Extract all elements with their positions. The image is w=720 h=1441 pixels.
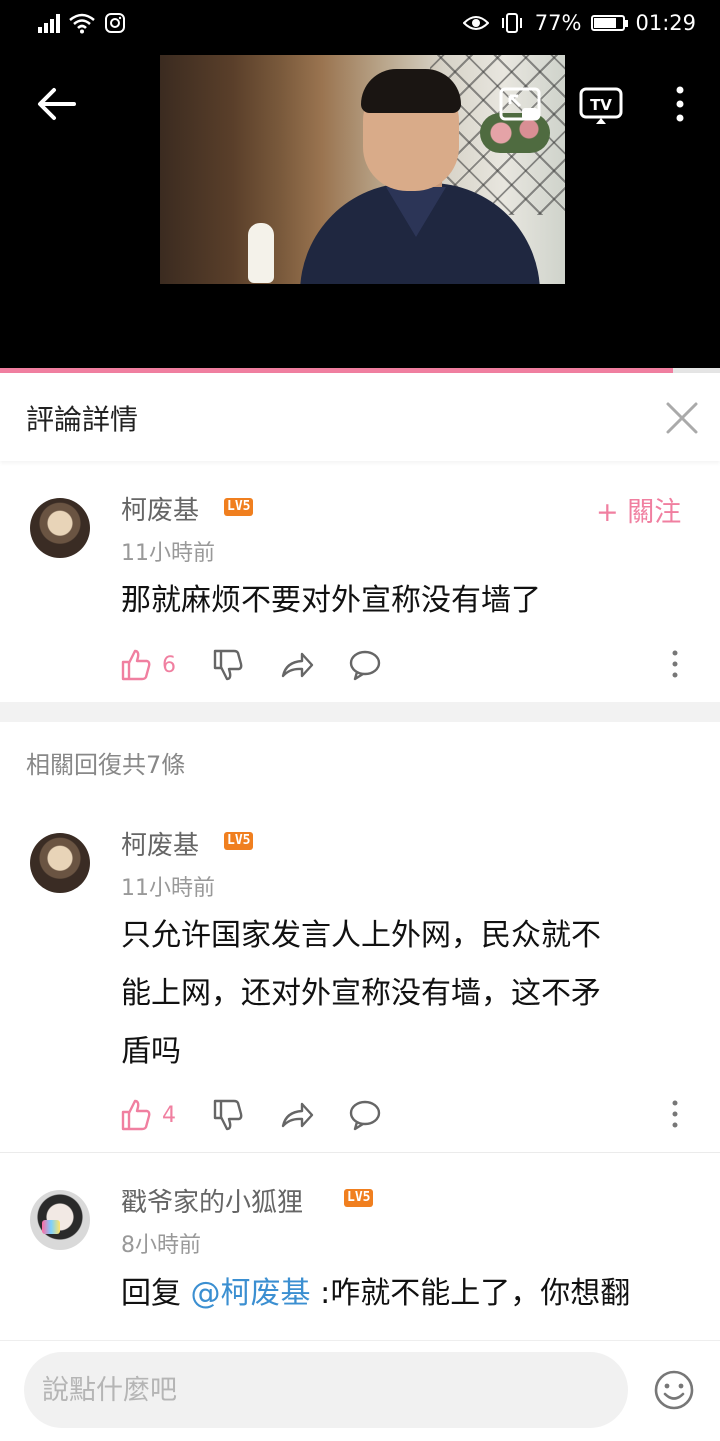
comment-actions: 4 (120, 1097, 700, 1133)
comment-icon[interactable] (348, 1097, 382, 1133)
comment-icon[interactable] (348, 647, 382, 683)
comment-text-line: 盾吗 (121, 1034, 181, 1069)
reply-text: :咋就不能上了，你想翻 (310, 1276, 631, 1311)
reply-prefix: 回复 (121, 1276, 191, 1311)
emoji-icon[interactable] (652, 1368, 696, 1412)
like-count: 4 (162, 1103, 176, 1128)
timestamp: 11小時前 (121, 541, 215, 566)
comment-actions: 6 (120, 647, 700, 683)
username[interactable]: 戳爷家的小狐狸 (121, 1182, 303, 1219)
wifi-icon (69, 13, 95, 34)
timestamp: 8小時前 (121, 1233, 201, 1258)
instagram-icon (105, 13, 125, 33)
username[interactable]: 柯废基 (121, 490, 199, 527)
comment-input[interactable] (24, 1352, 628, 1428)
signal-icon (38, 13, 60, 33)
panel-title: 評論詳情 (26, 403, 139, 436)
thumbs-up-icon[interactable] (120, 1097, 152, 1133)
comment-text-line: 能上网，还对外宣称没有墙，这不矛 (121, 976, 601, 1011)
svg-text:TV: TV (590, 96, 612, 114)
close-icon[interactable] (660, 396, 704, 440)
avatar[interactable] (30, 833, 90, 893)
share-icon[interactable] (280, 647, 314, 683)
more-vertical-icon[interactable] (670, 1099, 680, 1129)
more-vertical-icon[interactable] (670, 649, 680, 679)
section-divider (0, 702, 720, 722)
thumbs-down-icon[interactable] (212, 647, 244, 683)
back-arrow-icon[interactable] (34, 84, 78, 124)
level-badge: LV5 (224, 832, 254, 850)
vibrate-icon (501, 13, 522, 33)
tv-icon[interactable]: TV (578, 86, 624, 126)
avatar[interactable] (30, 498, 90, 558)
replies-header: 相關回復共7條 (26, 751, 186, 779)
avatar[interactable] (30, 1190, 90, 1250)
status-bar: 77% 01:29 (0, 0, 720, 50)
username[interactable]: 柯废基 (121, 825, 199, 862)
row-divider (0, 1152, 720, 1153)
thumbs-down-icon[interactable] (212, 1097, 244, 1133)
like-count: 6 (162, 653, 176, 678)
more-vertical-icon[interactable] (666, 84, 694, 126)
comment-text-line: 只允许国家发言人上外网，民众就不 (121, 918, 601, 953)
follow-button[interactable]: + 關注 (596, 490, 681, 528)
eye-icon (462, 16, 489, 30)
battery-icon (591, 15, 629, 31)
battery-percent: 77% (534, 11, 582, 35)
mention-link[interactable]: @柯废基 (191, 1276, 311, 1311)
level-badge: LV5 (224, 498, 254, 516)
level-badge: LV5 (344, 1189, 374, 1207)
comment-text-line: 回复 @柯废基 :咋就不能上了，你想翻 (121, 1265, 630, 1323)
cast-icon[interactable] (498, 86, 542, 124)
share-icon[interactable] (280, 1097, 314, 1133)
comment-text: 那就麻烦不要对外宣称没有墙了 (121, 583, 541, 618)
timestamp: 11小時前 (121, 876, 215, 901)
thumbs-up-icon[interactable] (120, 647, 152, 683)
clock: 01:29 (635, 11, 696, 35)
